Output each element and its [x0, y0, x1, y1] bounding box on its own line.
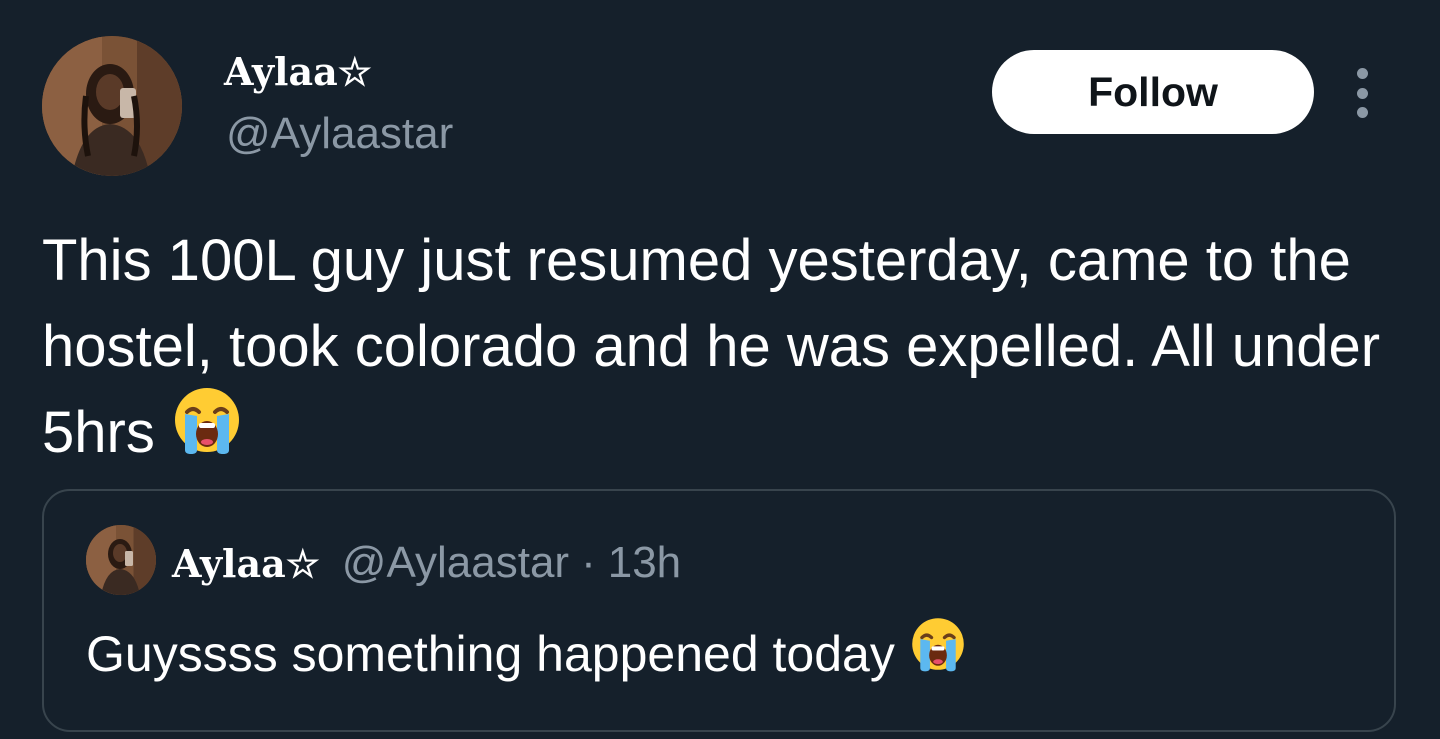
more-options-icon[interactable] [1350, 68, 1374, 118]
quoted-author-handle[interactable]: @Aylaastar [342, 538, 569, 588]
quoted-tweet-header: Aylaa☆ @Aylaastar · 13h [172, 535, 681, 591]
quoted-author-display-name[interactable]: Aylaa☆ [172, 541, 320, 586]
follow-button[interactable]: Follow [992, 50, 1314, 134]
tweet-page: Aylaa☆ @Aylaastar Follow This 100L guy j… [0, 0, 1440, 739]
more-dot [1356, 107, 1368, 118]
quoted-tweet-text: Guyssss something happened today [86, 626, 895, 682]
quoted-tweet-timestamp[interactable]: 13h [608, 538, 681, 588]
separator-dot: · [581, 538, 596, 587]
more-dot [1356, 87, 1368, 99]
author-avatar[interactable] [42, 36, 182, 176]
quoted-author-avatar[interactable] [86, 525, 156, 595]
quoted-tweet-body: Guyssss something happened today [86, 618, 967, 691]
loudly-crying-face-icon [909, 615, 967, 691]
loudly-crying-face-icon [171, 384, 243, 480]
author-handle[interactable]: @Aylaastar [226, 108, 453, 160]
tweet-body: This 100L guy just resumed yesterday, ca… [42, 218, 1412, 480]
tweet-header: Aylaa☆ @Aylaastar Follow [42, 36, 1402, 178]
more-dot [1356, 68, 1368, 79]
author-display-name[interactable]: Aylaa☆ [224, 50, 372, 94]
quoted-tweet-card[interactable]: Aylaa☆ @Aylaastar · 13h Guyssss somethin… [42, 489, 1396, 732]
